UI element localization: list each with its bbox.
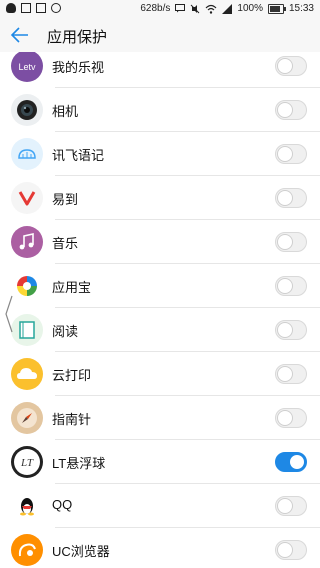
svg-text:LT: LT: [20, 457, 34, 469]
list-item-qq: QQ: [0, 484, 320, 528]
protect-toggle[interactable]: [275, 144, 307, 164]
protect-toggle[interactable]: [275, 320, 307, 340]
page-title: 应用保护: [47, 28, 108, 46]
app-name: UC浏览器: [52, 544, 110, 559]
battery-percent: 100%: [237, 3, 263, 14]
app-name: 讯飞语记: [52, 149, 105, 164]
notification-icon: [6, 3, 16, 13]
protect-toggle[interactable]: [275, 452, 307, 472]
app-name: 音乐: [52, 237, 79, 252]
protect-toggle[interactable]: [275, 188, 307, 208]
app-store-icon: [11, 270, 43, 302]
list-item-cloud-print: 云打印: [0, 352, 320, 396]
list-item-uc-browser: UC浏览器: [0, 528, 320, 568]
list-item-camera: 相机: [0, 88, 320, 132]
uc-browser-icon: [11, 534, 43, 566]
network-speed: 628b/s: [140, 3, 171, 14]
app-name: 云打印: [52, 369, 92, 384]
clock: 15:33: [288, 3, 314, 14]
yidao-icon: [11, 182, 43, 214]
photo-icon: [21, 3, 31, 13]
reader-icon: [11, 314, 43, 346]
app-name: 指南针: [52, 413, 92, 428]
list-item-reader: 阅读: [0, 308, 320, 352]
protect-toggle[interactable]: [275, 496, 307, 516]
protect-toggle[interactable]: [275, 276, 307, 296]
protect-toggle[interactable]: [275, 100, 307, 120]
svg-text:Letv: Letv: [18, 62, 36, 72]
letv-icon: Letv: [11, 52, 43, 82]
gallery-icon: [36, 3, 46, 13]
app-header: 应用保护: [0, 18, 320, 52]
compass-icon: [11, 402, 43, 434]
app-name: QQ: [52, 497, 73, 512]
qq-icon: [11, 490, 43, 522]
wifi-icon: [205, 4, 217, 14]
app-name: 易到: [52, 193, 79, 208]
protect-toggle[interactable]: [275, 540, 307, 560]
status-bar: 628b/s 100% 15:33: [0, 0, 320, 18]
list-item-yidao: 易到: [0, 176, 320, 220]
app-protection-list: Letv 我的乐视 相机 讯飞语记 易到 音乐 应用宝 阅读 云打印 指南针 L…: [0, 52, 320, 568]
cloud-print-icon: [11, 358, 43, 390]
music-icon: [11, 226, 43, 258]
edge-swipe-handle-icon[interactable]: [4, 294, 14, 334]
protect-toggle[interactable]: [275, 232, 307, 252]
lt-float-ball-icon: LT: [11, 446, 43, 478]
app-name: 阅读: [52, 325, 79, 340]
iflytek-note-icon: [11, 138, 43, 170]
app-name: LT悬浮球: [52, 456, 106, 471]
protect-toggle[interactable]: [275, 56, 307, 76]
camera-icon: [11, 94, 43, 126]
mute-icon: [191, 4, 200, 13]
list-item-app-store: 应用宝: [0, 264, 320, 308]
app-name: 相机: [52, 105, 79, 120]
list-item-letv: Letv 我的乐视: [0, 52, 320, 88]
signal-icon: [222, 3, 233, 14]
protect-toggle[interactable]: [275, 408, 307, 428]
list-item-iflytek-note: 讯飞语记: [0, 132, 320, 176]
app-name: 应用宝: [52, 281, 92, 296]
message-icon: [175, 4, 186, 13]
list-item-compass: 指南针: [0, 396, 320, 440]
back-arrow-icon[interactable]: [8, 24, 32, 46]
sync-icon: [51, 3, 61, 13]
battery-icon: [267, 3, 286, 14]
app-name: 我的乐视: [52, 61, 105, 76]
protect-toggle[interactable]: [275, 364, 307, 384]
list-item-music: 音乐: [0, 220, 320, 264]
list-item-lt-float-ball: LT LT悬浮球: [0, 440, 320, 484]
